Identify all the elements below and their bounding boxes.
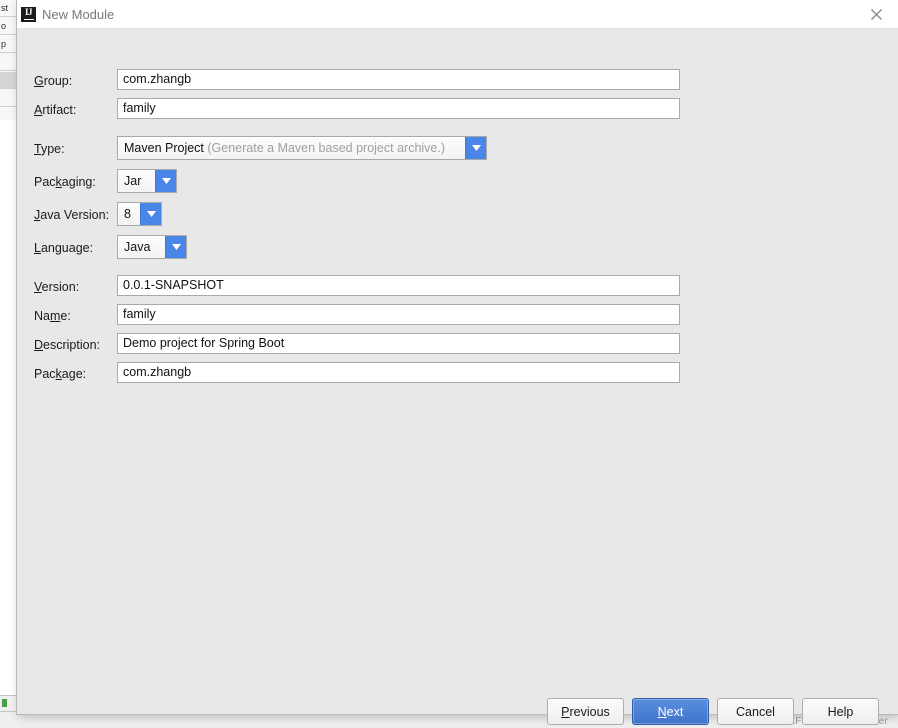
packaging-combobox[interactable]: Jar [117,169,177,193]
ide-editor-area [0,120,17,695]
ide-left-row [0,90,17,107]
packaging-combobox-value: Jar [118,170,155,192]
group-label: Group: [34,74,73,88]
ide-left-row [0,72,17,89]
chevron-down-icon[interactable] [165,236,186,258]
screen: st o p LF UTF-8 Git: master IJ New Modul… [0,0,898,728]
language-label: Language: [34,241,94,255]
close-icon[interactable] [855,0,898,29]
java-version-label: Java Version: [34,208,110,222]
language-combobox[interactable]: Java [117,235,187,259]
java-version-combobox-value: 8 [118,203,140,225]
description-input[interactable]: Demo project for Spring Boot [117,333,680,354]
package-label: Package: [34,367,87,381]
version-input[interactable]: 0.0.1-SNAPSHOT [117,275,680,296]
new-module-dialog: IJ New Module Group: com.zhangb Artifact… [17,0,898,725]
chevron-down-icon[interactable] [140,203,161,225]
name-label: Name: [34,309,71,323]
artifact-label: Artifact: [34,103,77,117]
artifact-input[interactable]: family [117,98,680,119]
type-combobox[interactable]: Maven Project (Generate a Maven based pr… [117,136,487,160]
intellij-idea-icon: IJ [21,7,36,22]
dialog-body: Group: com.zhangb Artifact: family Type:… [17,29,898,725]
cancel-button[interactable]: Cancel [717,698,794,725]
next-button[interactable]: Next [632,698,709,725]
ide-left-panel: st o p [0,0,17,728]
previous-button[interactable]: Previous [547,698,624,725]
ide-left-row [0,54,17,71]
description-label: Description: [34,338,101,352]
chevron-down-icon[interactable] [465,137,486,159]
type-combobox-hint: (Generate a Maven based project archive.… [207,141,446,155]
language-combobox-value: Java [118,236,165,258]
packaging-label: Packaging: [34,175,96,189]
java-version-combobox[interactable]: 8 [117,202,162,226]
chevron-down-icon[interactable] [155,170,176,192]
type-label: Type: [34,142,65,156]
group-input[interactable]: com.zhangb [117,69,680,90]
package-input[interactable]: com.zhangb [117,362,680,383]
dialog-titlebar: IJ New Module [17,0,898,29]
name-input[interactable]: family [117,304,680,325]
type-combobox-value: Maven Project (Generate a Maven based pr… [118,137,465,159]
ide-run-indicator-icon [2,699,7,707]
ide-left-row: st [0,0,17,17]
help-button[interactable]: Help [802,698,879,725]
ide-left-row: p [0,36,17,53]
dialog-title: New Module [42,7,115,22]
version-label: Version: [34,280,80,294]
ide-left-row: o [0,18,17,35]
